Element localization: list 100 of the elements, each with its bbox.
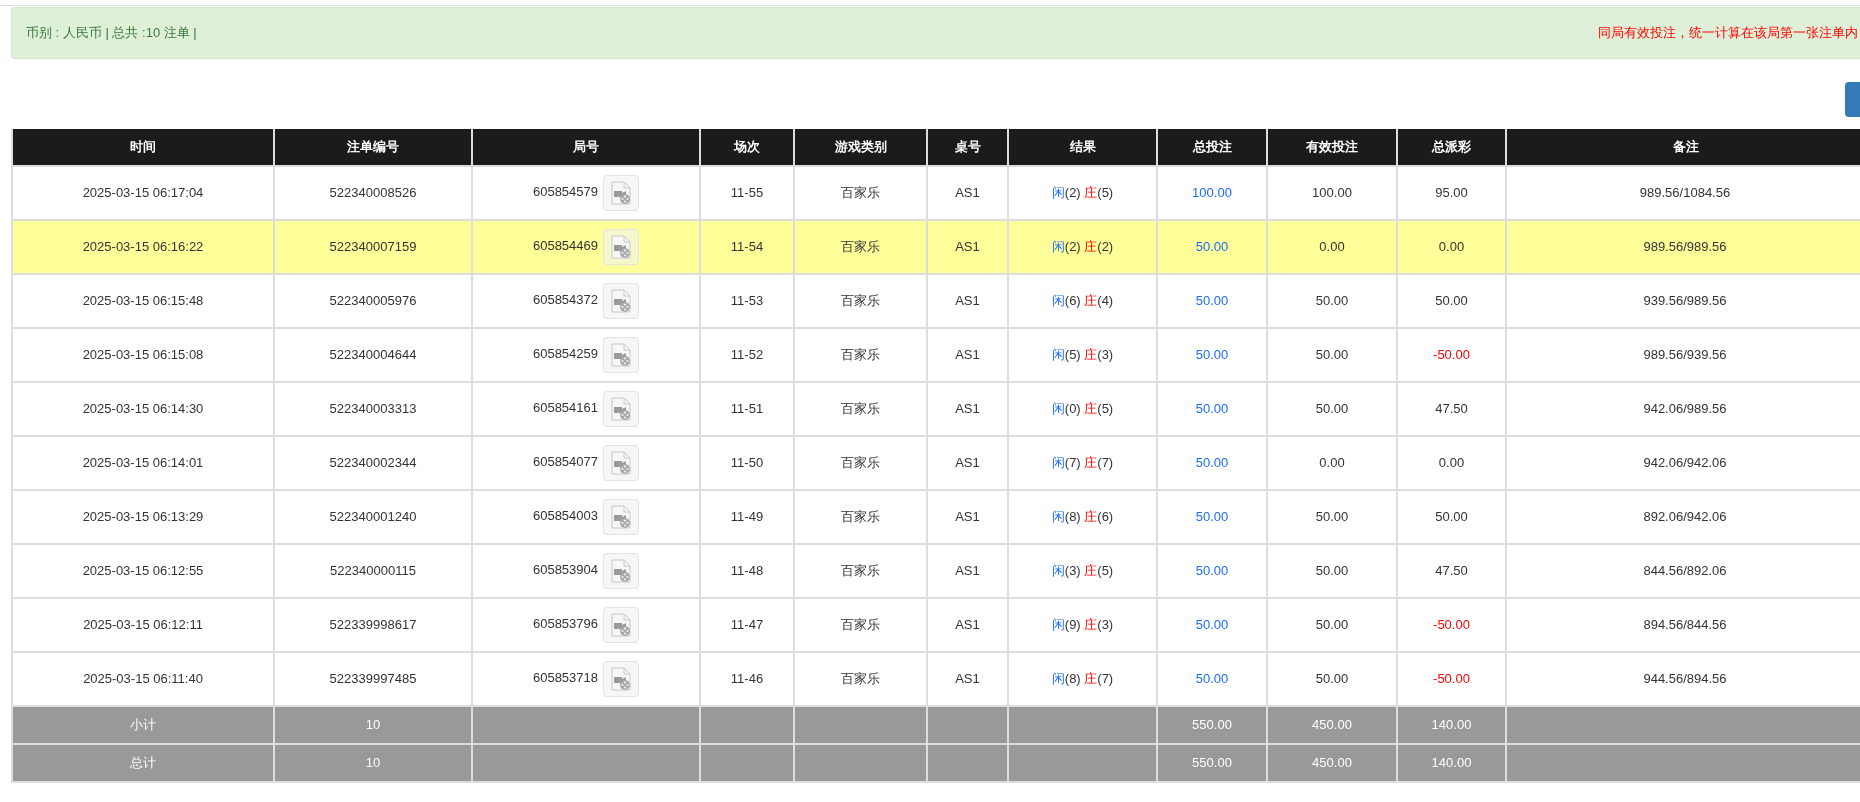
table-cell-text: 50.00	[1195, 455, 1229, 471]
table-cell-text: AS1	[955, 671, 980, 687]
column-header: 备注	[1506, 129, 1860, 166]
result-text: 闲(7) 庄(7)	[1051, 455, 1114, 471]
table-cell-text: 522340008526	[329, 185, 417, 201]
table-cell-text: 11-48	[730, 563, 764, 579]
table-cell-text: 百家乐	[841, 617, 880, 633]
table-cell-text: 11-50	[730, 455, 764, 471]
table-cell-text: 50.00	[1315, 347, 1349, 363]
table-cell-text: 50.00	[1315, 617, 1349, 633]
video-button[interactable]	[603, 607, 640, 643]
result-text: 闲(9) 庄(3)	[1051, 617, 1114, 633]
table-cell-text: 522339998617	[329, 617, 417, 633]
table-cell-text: 11-47	[730, 617, 764, 633]
table-cell-text: 50.00	[1315, 671, 1349, 687]
table-cell-text: 605854372	[532, 292, 599, 308]
table-cell-text: 百家乐	[841, 347, 880, 363]
column-header: 总派彩	[1397, 129, 1506, 166]
table-cell-text: 0.00	[1438, 239, 1465, 255]
table-cell-text: 百家乐	[841, 455, 880, 471]
table-cell-text: AS1	[955, 293, 980, 309]
table-cell-text: 605854469	[532, 238, 599, 254]
table-cell-text: 50.00	[1195, 293, 1229, 309]
video-button[interactable]	[603, 445, 640, 481]
column-header: 场次	[700, 129, 794, 166]
table-cell-text: 0.00	[1438, 455, 1465, 471]
table-cell-text: 11-54	[730, 239, 764, 255]
table-cell-text: 50.00	[1315, 401, 1349, 417]
summary-text: 币别 : 人民币 | 总共 :10 注单 |	[26, 24, 197, 43]
table-cell-text: 11-53	[730, 293, 764, 309]
table-cell-text: 605854077	[532, 454, 599, 470]
table-cell-text: 百家乐	[841, 401, 880, 417]
table-cell-text: 50.00	[1435, 509, 1468, 525]
table-cell-text: AS1	[955, 347, 980, 363]
result-text: 闲(3) 庄(5)	[1051, 563, 1114, 579]
table-cell-text: 942.06/989.56	[1643, 401, 1727, 417]
table-cell-text: 944.56/894.56	[1643, 671, 1727, 687]
table-cell-text: 0.00	[1319, 239, 1345, 255]
table-cell-text: -50.00	[1433, 347, 1470, 363]
table-cell-text: 0.00	[1319, 455, 1345, 471]
result-text: 闲(2) 庄(5)	[1051, 185, 1114, 201]
table-cell-text: 140.00	[1431, 755, 1472, 771]
table-cell-text: 50.00	[1195, 563, 1229, 579]
result-text: 闲(6) 庄(4)	[1051, 293, 1114, 309]
table-cell-text: 50.00	[1315, 563, 1349, 579]
table-cell-text: 百家乐	[841, 293, 880, 309]
video-button[interactable]	[603, 391, 640, 427]
action-button[interactable]	[1845, 81, 1860, 117]
table-cell-text: 522340004644	[329, 347, 417, 363]
table-cell-text: AS1	[955, 239, 980, 255]
table-cell-text: 10	[365, 755, 381, 771]
table-cell-text: 939.56/989.56	[1643, 293, 1727, 309]
result-text: 闲(2) 庄(2)	[1051, 239, 1114, 255]
table-cell-text: 550.00	[1192, 717, 1232, 733]
table-cell-text: 989.56/939.56	[1643, 347, 1727, 363]
table-cell-text: AS1	[955, 401, 980, 417]
video-button[interactable]	[603, 229, 640, 265]
table-cell-text: 2025-03-15 06:12:55	[82, 563, 204, 579]
table-cell-text: 100.00	[1192, 185, 1232, 201]
table-cell-text: 522340003313	[329, 401, 417, 417]
column-header: 结果	[1008, 129, 1157, 166]
table-cell-text: AS1	[955, 509, 980, 525]
video-button[interactable]	[603, 499, 640, 535]
table-cell-text: 2025-03-15 06:15:48	[82, 293, 204, 309]
table-cell-text: 50.00	[1195, 347, 1229, 363]
table-cell-text: 50.00	[1195, 401, 1229, 417]
table-cell-text: 50.00	[1195, 617, 1229, 633]
video-button[interactable]	[603, 553, 640, 589]
column-header: 桌号	[927, 129, 1008, 166]
table-cell-text: 450.00	[1312, 717, 1352, 733]
table-cell-text: 小计	[130, 717, 156, 733]
table-cell-text: 522340005976	[329, 293, 417, 309]
table-cell-text: 942.06/942.06	[1643, 455, 1727, 471]
table-cell-text: 894.56/844.56	[1643, 617, 1727, 633]
table-cell-text: 605854003	[532, 508, 599, 524]
table-cell-text: 2025-03-15 06:11:40	[83, 671, 203, 687]
table-cell-text: 百家乐	[841, 509, 880, 525]
table-cell-text: 11-55	[730, 185, 764, 201]
table-cell-text: 50.00	[1435, 293, 1468, 309]
table-cell-text: 522340000115	[330, 563, 416, 579]
table-cell-text: 11-46	[730, 671, 764, 687]
result-text: 闲(8) 庄(7)	[1051, 671, 1114, 687]
table-cell-text: 892.06/942.06	[1643, 509, 1727, 525]
table-cell-text: 550.00	[1192, 755, 1232, 771]
video-button[interactable]	[603, 175, 640, 211]
column-header: 有效投注	[1267, 129, 1397, 166]
table-cell-text: 百家乐	[841, 185, 880, 201]
table-cell-text: AS1	[955, 563, 980, 579]
table-cell-text: 47.50	[1435, 563, 1468, 579]
table-cell-text: 605854579	[532, 184, 599, 200]
table-cell-text: 522340001240	[329, 509, 417, 525]
video-button[interactable]	[603, 337, 640, 373]
table-cell-text: 2025-03-15 06:17:04	[82, 185, 204, 201]
video-button[interactable]	[603, 661, 640, 697]
table-cell-text: 50.00	[1315, 509, 1349, 525]
table-cell-text: 522340002344	[329, 455, 417, 471]
video-button[interactable]	[603, 283, 640, 319]
table-cell-text: 95.00	[1435, 185, 1468, 201]
table-cell-text: 844.56/892.06	[1643, 563, 1727, 579]
table-cell-text: -50.00	[1433, 617, 1470, 633]
